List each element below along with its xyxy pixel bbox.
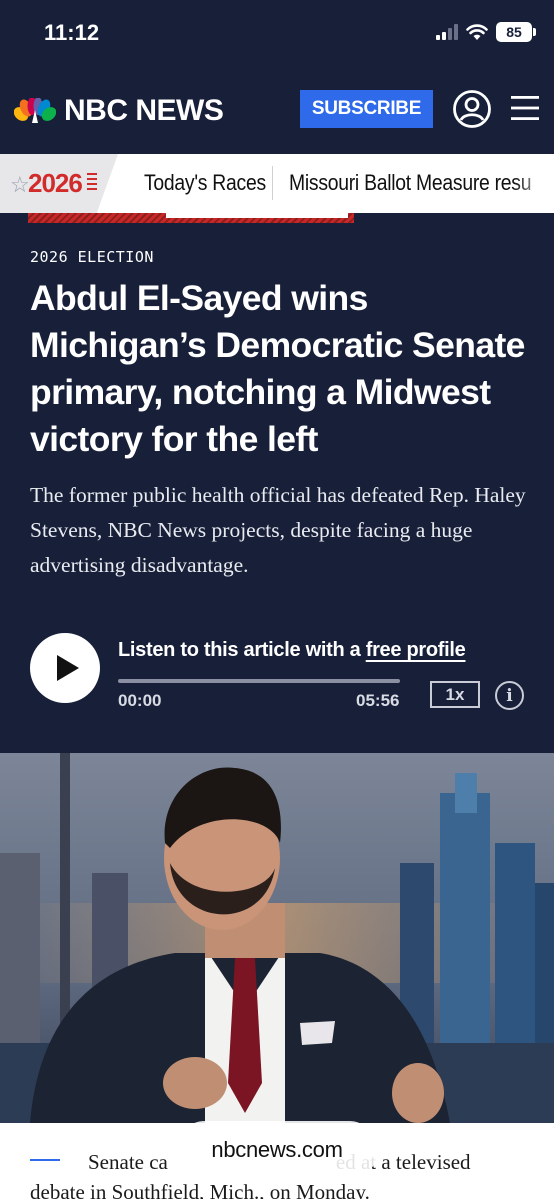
battery-level: 85 bbox=[506, 24, 522, 40]
listen-prompt: Listen to this article with a free profi… bbox=[118, 639, 466, 662]
browser-url-bar[interactable]: nbcnews.com bbox=[176, 1121, 378, 1179]
browser-url: nbcnews.com bbox=[211, 1137, 343, 1162]
divider bbox=[272, 166, 273, 200]
play-button[interactable] bbox=[30, 633, 100, 703]
nbc-news-logo[interactable]: NBC NEWS bbox=[14, 94, 224, 128]
caption-start: Senate ca bbox=[88, 1150, 168, 1174]
wifi-icon bbox=[466, 24, 488, 40]
menu-icon[interactable] bbox=[510, 94, 540, 122]
article-eyebrow[interactable]: 2026 ELECTION bbox=[30, 248, 154, 266]
audio-progress-bar[interactable] bbox=[118, 679, 400, 683]
status-time: 11:12 bbox=[44, 20, 100, 45]
status-icons: 85 bbox=[436, 22, 536, 42]
account-icon[interactable] bbox=[452, 89, 492, 129]
cellular-signal-icon bbox=[436, 24, 458, 40]
listen-prefix: Listen to this article with a bbox=[118, 639, 366, 661]
missouri-ballot-link[interactable]: Missouri Ballot Measure resu bbox=[289, 170, 531, 196]
badge-year: 2026 bbox=[28, 168, 83, 198]
election-stripe-decoration bbox=[28, 213, 354, 223]
flag-stripes-icon bbox=[87, 173, 97, 193]
logo-text: NBC NEWS bbox=[64, 94, 224, 127]
info-icon[interactable]: i bbox=[495, 681, 524, 710]
hero-photo bbox=[0, 753, 554, 1123]
audio-current-time: 00:00 bbox=[118, 691, 162, 710]
election-nav-bar: ☆ 2026 Today's Races Missouri Ballot Mea… bbox=[0, 154, 554, 213]
site-header: NBC NEWS SUBSCRIBE bbox=[0, 70, 554, 154]
play-icon bbox=[56, 655, 79, 681]
peacock-logo-icon bbox=[14, 98, 56, 123]
todays-races-link[interactable]: Today's Races bbox=[144, 170, 266, 196]
scroll-fade bbox=[514, 154, 554, 213]
hero-photo-illustration bbox=[0, 753, 554, 1123]
playback-speed-button[interactable]: 1x bbox=[430, 681, 480, 708]
star-icon: ☆ bbox=[10, 172, 30, 197]
article-headline: Abdul El-Sayed wins Michigan’s Democrati… bbox=[30, 278, 525, 459]
status-bar: 11:12 85 bbox=[0, 0, 554, 70]
election-2026-badge[interactable]: ☆ 2026 bbox=[0, 154, 118, 213]
audio-total-time: 05:56 bbox=[356, 691, 400, 710]
subscribe-button[interactable]: SUBSCRIBE bbox=[300, 90, 433, 128]
free-profile-link[interactable]: free profile bbox=[366, 639, 466, 661]
article-dek: The former public health official has de… bbox=[30, 483, 526, 577]
battery-icon: 85 bbox=[496, 22, 536, 42]
